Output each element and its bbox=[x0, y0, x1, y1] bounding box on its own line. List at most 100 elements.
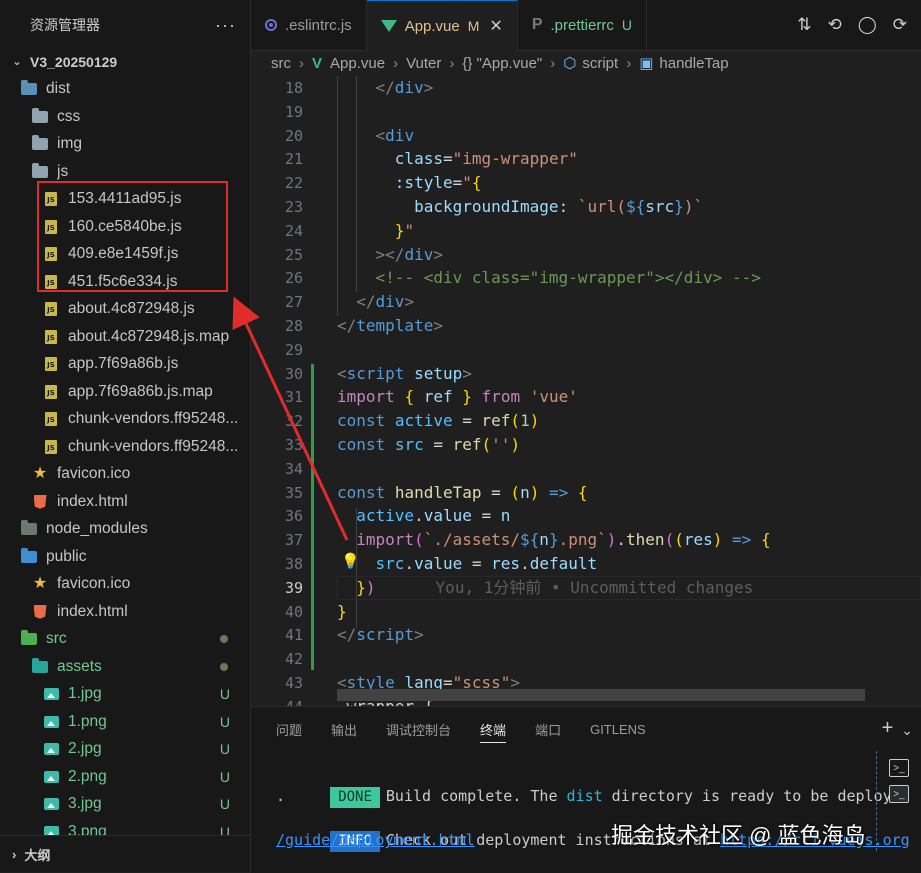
tab-eslintrc[interactable]: .eslintrc.js bbox=[251, 0, 367, 50]
code-token: </ bbox=[375, 78, 395, 97]
tree-item[interactable]: css bbox=[0, 103, 250, 131]
code-token: > bbox=[423, 78, 434, 97]
tree-item[interactable]: JS chunk-vendors.ff95248... bbox=[0, 406, 250, 434]
go-back-icon[interactable]: ⟲ bbox=[827, 15, 841, 35]
lightbulb-icon[interactable]: 💡 bbox=[341, 552, 360, 570]
tab-debug-console[interactable]: 调试控制台 bbox=[386, 707, 451, 751]
workspace-root[interactable]: ⌄ V3_20250129 bbox=[0, 48, 250, 76]
file-tree: ⌄ V3_20250129 dist css img js JS 153.4411ad95… bbox=[0, 48, 250, 846]
code-token: handleTap bbox=[394, 482, 482, 502]
eslint-icon bbox=[265, 19, 277, 31]
chevron-down-icon[interactable]: ⌄ bbox=[901, 717, 913, 743]
tree-item-label: chunk-vendors.ff95248... bbox=[68, 437, 239, 455]
code-token: ref bbox=[423, 387, 453, 407]
code-token: = bbox=[462, 554, 492, 573]
code-text: import(`./assets/${n}.png`).then((res) =… bbox=[337, 528, 770, 552]
code-text: </div> bbox=[337, 290, 414, 314]
tab-problems[interactable]: 问题 bbox=[276, 707, 302, 751]
breadcrumb-item[interactable]: script bbox=[582, 55, 618, 72]
breadcrumb-item[interactable]: Vuter bbox=[406, 55, 441, 72]
go-forward-icon[interactable]: ⟳ bbox=[893, 15, 907, 35]
tree-item[interactable]: index.html bbox=[0, 598, 250, 626]
code-token: backgroundImage bbox=[414, 197, 559, 216]
code-token: > bbox=[375, 244, 386, 264]
tree-item[interactable]: img bbox=[0, 131, 250, 159]
code-line: 37 import(`./assets/${n}.png`).then((res… bbox=[251, 528, 921, 552]
tree-item[interactable]: JS chunk-vendors.ff95248... bbox=[0, 433, 250, 461]
more-actions-icon[interactable]: ··· bbox=[215, 15, 236, 36]
code-token: const bbox=[337, 411, 386, 431]
line-number: 27 bbox=[284, 293, 303, 312]
tree-item-label: 3.jpg bbox=[68, 795, 102, 813]
terminal-icon[interactable]: >_ bbox=[889, 759, 909, 777]
tree-item[interactable]: index.html bbox=[0, 488, 250, 516]
explorer-header: 资源管理器 ··· bbox=[0, 0, 250, 50]
panel-tabs: 问题 输出 调试控制台 终端 端口 GITLENS bbox=[251, 707, 921, 751]
terminal-text: . bbox=[276, 787, 286, 805]
compare-changes-icon[interactable]: ⇅ bbox=[797, 15, 811, 35]
tree-item[interactable]: ★ favicon.ico bbox=[0, 461, 250, 489]
code-text: ></div> bbox=[337, 243, 443, 267]
folder-icon bbox=[31, 107, 49, 125]
new-terminal-icon[interactable]: + bbox=[882, 717, 894, 743]
breadcrumb-item[interactable]: src bbox=[271, 55, 291, 72]
code-line: 19 bbox=[251, 100, 921, 124]
code-token: > bbox=[462, 363, 472, 383]
tree-item[interactable]: 2.jpg U bbox=[0, 736, 250, 764]
prettier-icon: P bbox=[531, 16, 543, 33]
tree-item[interactable]: ★ favicon.ico bbox=[0, 571, 250, 599]
tree-item[interactable]: assets bbox=[0, 653, 250, 681]
tree-item[interactable]: 1.png U bbox=[0, 708, 250, 736]
breadcrumb-item[interactable]: handleTap bbox=[659, 55, 728, 72]
breadcrumb-item[interactable]: App.vue bbox=[330, 55, 385, 72]
tree-item[interactable]: public bbox=[0, 543, 250, 571]
code-token: res bbox=[491, 554, 521, 573]
tree-item[interactable]: node_modules bbox=[0, 516, 250, 544]
tree-item[interactable]: dist bbox=[0, 76, 250, 104]
tab-output[interactable]: 输出 bbox=[331, 707, 357, 751]
code-token: " bbox=[462, 173, 472, 193]
image-file-icon bbox=[42, 714, 60, 730]
code-line: 28 </template> bbox=[251, 314, 921, 338]
line-number: 33 bbox=[284, 436, 303, 454]
terminal-list: >_ >_ bbox=[876, 751, 921, 851]
timeline-icon[interactable]: ◯ bbox=[858, 15, 877, 35]
tab-terminal[interactable]: 终端 bbox=[480, 707, 507, 751]
terminal-output[interactable]: DONE Build complete. The dist directory i… bbox=[276, 763, 910, 871]
tree-item[interactable]: 3.jpg U bbox=[0, 791, 250, 819]
line-number: 42 bbox=[284, 650, 303, 669]
close-icon[interactable]: ✕ bbox=[489, 16, 502, 36]
breadcrumb-item[interactable]: {} "App.vue" bbox=[462, 55, 542, 72]
tree-item-label: node_modules bbox=[46, 520, 148, 538]
tree-item[interactable]: JS app.7f69a86b.js.map bbox=[0, 378, 250, 406]
code-token: 'vue' bbox=[529, 387, 578, 407]
terminal-icon[interactable]: >_ bbox=[889, 785, 909, 803]
tab-gitlens[interactable]: GITLENS bbox=[590, 707, 646, 751]
tab-prettierrc[interactable]: P .prettierrc U bbox=[518, 0, 647, 50]
tab-app-vue[interactable]: App.vue M ✕ bbox=[366, 0, 518, 51]
code-token: = bbox=[452, 411, 482, 431]
outline-section[interactable]: › 大纲 bbox=[0, 835, 250, 872]
deployment-link[interactable]: /guide/deployment.html bbox=[276, 831, 475, 849]
code-token: ) bbox=[529, 482, 540, 502]
tree-item[interactable]: JS about.4c872948.js.map bbox=[0, 323, 250, 351]
tree-item[interactable]: JS about.4c872948.js bbox=[0, 296, 250, 324]
tree-item[interactable]: JS app.7f69a86b.js bbox=[0, 351, 250, 379]
code-line: 34 bbox=[251, 457, 921, 481]
code-token: src bbox=[394, 435, 424, 454]
tree-item[interactable]: src bbox=[0, 626, 250, 654]
code-editor[interactable]: 18 </div> 19 20 <div 21 class="img-wrapper"… bbox=[251, 76, 921, 706]
code-token: > bbox=[414, 625, 424, 645]
tree-item[interactable]: 1.jpg U bbox=[0, 681, 250, 709]
code-line: 39 }) You, 1分钟前 • Uncommitted changes bbox=[251, 575, 921, 600]
horizontal-scrollbar[interactable] bbox=[337, 689, 865, 701]
tab-ports[interactable]: 端口 bbox=[535, 707, 561, 751]
tree-item[interactable]: 2.png U bbox=[0, 763, 250, 791]
line-number: 39 bbox=[284, 578, 303, 597]
